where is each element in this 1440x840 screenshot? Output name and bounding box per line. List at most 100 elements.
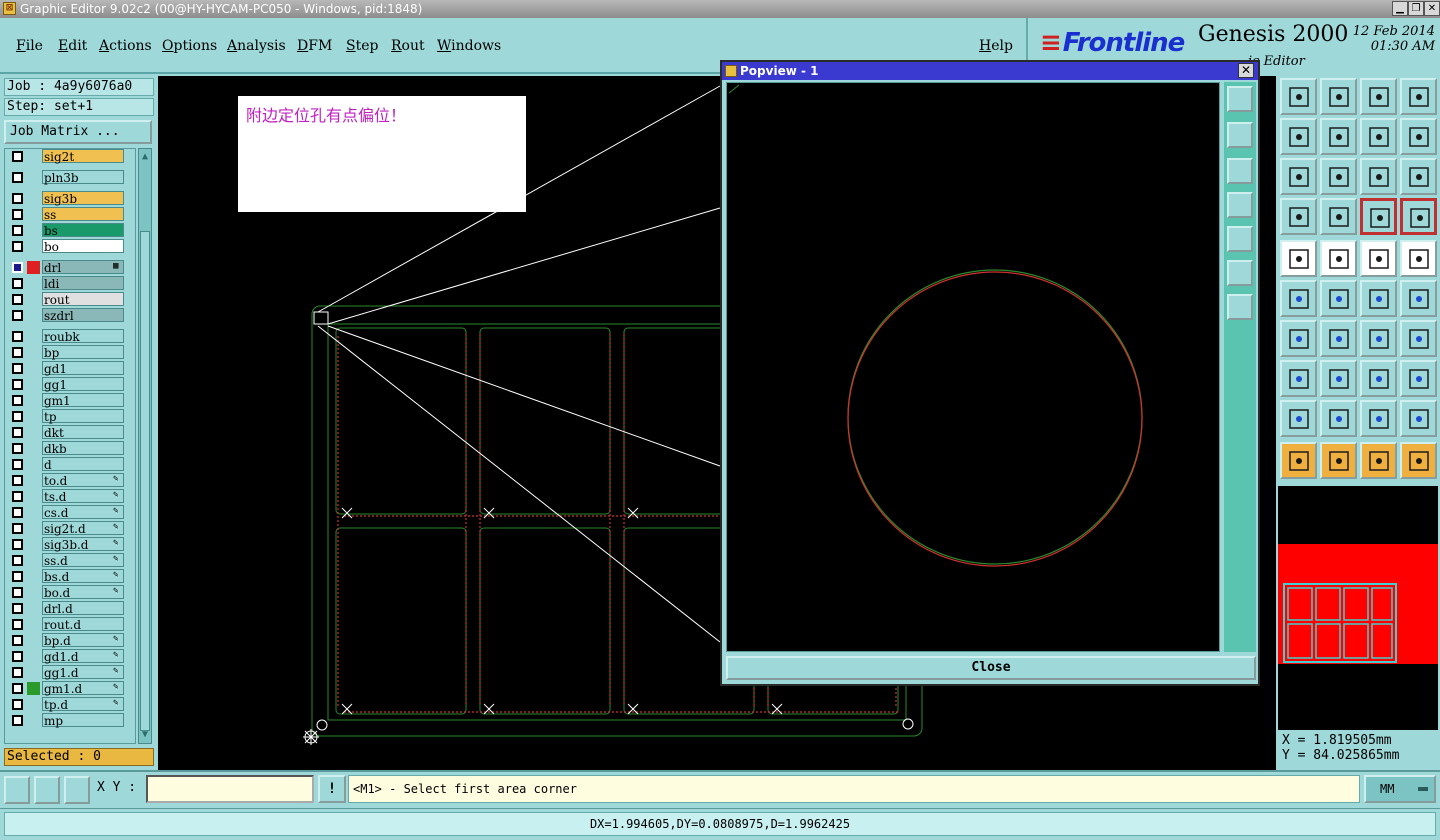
layer-checkbox[interactable]	[12, 715, 23, 726]
layer-name[interactable]: szdrl	[42, 308, 124, 323]
menu-options[interactable]: Options	[162, 38, 217, 54]
pad-add-icon[interactable]	[1280, 360, 1317, 397]
layer-checkbox[interactable]	[12, 651, 23, 662]
layer-row-szdrl[interactable]: szdrl	[5, 308, 135, 323]
layer-row-bo-d[interactable]: bo.d ✎	[5, 585, 135, 600]
layer-row-gm1[interactable]: gm1	[5, 393, 135, 408]
layer-name[interactable]: bp	[42, 345, 124, 360]
layer-name[interactable]: bo	[42, 239, 124, 254]
layer-name[interactable]: gd1.d	[42, 649, 124, 664]
measure-mode-icon[interactable]	[34, 776, 60, 804]
pv-zoom-fit-icon[interactable]	[1227, 260, 1253, 286]
layer-name[interactable]: tp.d	[42, 697, 124, 712]
layer-name[interactable]: ts.d	[42, 489, 124, 504]
pv-pan-down-icon[interactable]	[1227, 158, 1253, 184]
scroll-thumb[interactable]	[140, 231, 150, 731]
text-icon[interactable]	[1400, 320, 1437, 357]
layer-checkbox[interactable]	[12, 475, 23, 486]
job-matrix-button[interactable]: Job Matrix ...	[4, 120, 152, 144]
layer-name[interactable]: ldi	[42, 276, 124, 291]
layer-row-gm1-d[interactable]: gm1.d ✎	[5, 681, 135, 696]
layer-row-rout-d[interactable]: rout.d	[5, 617, 135, 632]
layer-row-gd1-d[interactable]: gd1.d ✎	[5, 649, 135, 664]
layer-checkbox[interactable]	[12, 193, 23, 204]
layer-row-bp-d[interactable]: bp.d ✎	[5, 633, 135, 648]
layer-checkbox[interactable]	[12, 459, 23, 470]
layer-checkbox[interactable]	[12, 683, 23, 694]
menu-rout[interactable]: Rout	[391, 38, 425, 54]
redo-icon[interactable]	[1400, 118, 1437, 155]
layer-row-cs-d[interactable]: cs.d ✎	[5, 505, 135, 520]
layer-checkbox[interactable]	[12, 603, 23, 614]
layer-row-sig3b[interactable]: sig3b	[5, 191, 135, 206]
layer-checkbox[interactable]	[12, 379, 23, 390]
probe-icon[interactable]	[1320, 198, 1357, 235]
tri-icon[interactable]	[1280, 400, 1317, 437]
layer-checkbox[interactable]	[12, 395, 23, 406]
layer-row-bp[interactable]: bp	[5, 345, 135, 360]
snap-mode-icon[interactable]	[4, 776, 30, 804]
ruler-icon[interactable]	[1360, 240, 1397, 277]
scroll-up-icon[interactable]: ▲	[140, 151, 150, 163]
layer-checkbox[interactable]	[12, 635, 23, 646]
pv-pan-right-icon[interactable]	[1227, 226, 1253, 252]
tri3-icon[interactable]	[1360, 400, 1397, 437]
zoom-center-icon[interactable]	[1320, 158, 1357, 195]
layer-row-rout[interactable]: rout	[5, 292, 135, 307]
line-icon[interactable]	[1320, 320, 1357, 357]
menu-dfm[interactable]: DFM	[297, 38, 332, 54]
layer-checkbox[interactable]	[12, 241, 23, 252]
grid-mode-icon[interactable]	[64, 776, 90, 804]
layer-checkbox[interactable]	[12, 225, 23, 236]
layer-name[interactable]: sig3b.d	[42, 537, 124, 552]
layer-checkbox[interactable]	[12, 363, 23, 374]
layer-checkbox[interactable]	[12, 443, 23, 454]
select-box-icon[interactable]	[1320, 442, 1357, 479]
xy-input[interactable]	[146, 775, 314, 803]
layer-name[interactable]: bs	[42, 223, 124, 238]
layer-name[interactable]: gd1	[42, 361, 124, 376]
layer-name[interactable]: sig2t.d	[42, 521, 124, 536]
popview-close-icon[interactable]: ✕	[1238, 63, 1254, 78]
tri2-icon[interactable]	[1320, 400, 1357, 437]
layer-name[interactable]: sig3b	[42, 191, 124, 206]
layer-row-gg1-d[interactable]: gg1.d ✎	[5, 665, 135, 680]
layer-name[interactable]: bs.d	[42, 569, 124, 584]
layer-checkbox[interactable]	[12, 523, 23, 534]
pad-icon[interactable]	[1400, 240, 1437, 277]
tri4-icon[interactable]	[1400, 400, 1437, 437]
layer-checkbox[interactable]	[12, 278, 23, 289]
layer-row-d[interactable]: d	[5, 457, 135, 472]
layer-name[interactable]: tp	[42, 409, 124, 424]
menu-windows[interactable]: Windows	[437, 38, 501, 54]
cut-icon[interactable]	[1320, 360, 1357, 397]
layer-name[interactable]: rout.d	[42, 617, 124, 632]
menu-step[interactable]: Step	[346, 38, 378, 54]
layer-name[interactable]: gg1.d	[42, 665, 124, 680]
overview-map[interactable]	[1278, 486, 1438, 730]
angle-icon[interactable]	[1280, 320, 1317, 357]
layer-name[interactable]: dkt	[42, 425, 124, 440]
layer-row-drl[interactable]: drl ▦	[5, 260, 135, 275]
layer-checkbox[interactable]	[12, 539, 23, 550]
layer-name[interactable]: roubk	[42, 329, 124, 344]
select-path-icon[interactable]	[1400, 442, 1437, 479]
layer-row-dkb[interactable]: dkb	[5, 441, 135, 456]
layer-row-bs[interactable]: bs	[5, 223, 135, 238]
minimize-button[interactable]: ▁	[1392, 1, 1408, 16]
layer-checkbox[interactable]	[12, 699, 23, 710]
layer-row-tp-d[interactable]: tp.d ✎	[5, 697, 135, 712]
layer-name[interactable]: mp	[42, 713, 124, 728]
layer-name[interactable]: d	[42, 457, 124, 472]
layer-name[interactable]: bo.d	[42, 585, 124, 600]
layer-checkbox[interactable]	[12, 262, 23, 273]
layer-row-pln3b[interactable]: pln3b	[5, 170, 135, 185]
exclamation-button[interactable]: !	[318, 775, 346, 803]
layer-row-dkt[interactable]: dkt	[5, 425, 135, 440]
layer-name[interactable]: bp.d	[42, 633, 124, 648]
layer-row-to-d[interactable]: to.d ✎	[5, 473, 135, 488]
feature-icon[interactable]	[1280, 240, 1317, 277]
measure-icon[interactable]	[1360, 360, 1397, 397]
shape-icon[interactable]	[1400, 360, 1437, 397]
layer-up-icon[interactable]	[1320, 78, 1357, 115]
